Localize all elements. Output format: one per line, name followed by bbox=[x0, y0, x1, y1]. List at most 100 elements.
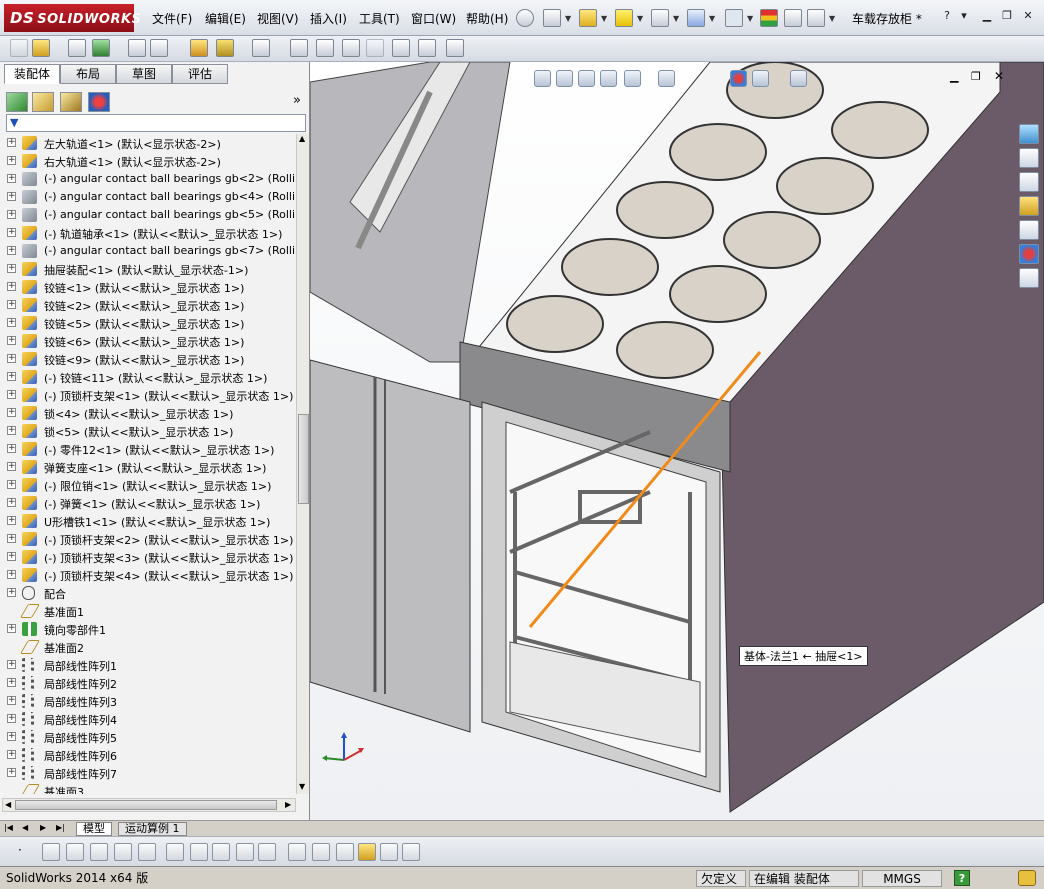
chevron-down-icon[interactable]: ▼ bbox=[747, 14, 753, 23]
clearance-icon[interactable] bbox=[446, 39, 464, 57]
tree-item[interactable]: + 镜向零部件1 bbox=[0, 620, 296, 638]
expand-icon[interactable]: + bbox=[7, 138, 16, 147]
smart-fasteners-icon[interactable] bbox=[128, 39, 146, 57]
fillet-icon[interactable] bbox=[166, 843, 184, 861]
expand-icon[interactable]: + bbox=[7, 408, 16, 417]
zoom-to-fit-icon[interactable] bbox=[534, 70, 551, 87]
close-icon[interactable]: ✕ bbox=[1020, 9, 1036, 23]
cabinet-3d-model[interactable] bbox=[310, 62, 1044, 820]
tree-item[interactable]: + 局部线性阵列7 bbox=[0, 764, 296, 782]
point-icon[interactable]: · bbox=[18, 843, 36, 861]
section-view-icon[interactable] bbox=[600, 70, 617, 87]
offset-icon[interactable] bbox=[190, 843, 208, 861]
expand-icon[interactable]: + bbox=[7, 588, 16, 597]
extend-icon[interactable] bbox=[138, 843, 156, 861]
expand-icon[interactable]: + bbox=[7, 714, 16, 723]
expand-icon[interactable]: + bbox=[7, 174, 16, 183]
tree-item[interactable]: + (-) angular contact ball bearings gb<7>… bbox=[0, 242, 296, 260]
tree-item[interactable]: + 锁<4> (默认<<默认>_显示状态 1>) bbox=[0, 404, 296, 422]
tree-item[interactable]: + 锁<5> (默认<<默认>_显示状态 1>) bbox=[0, 422, 296, 440]
menu-window[interactable]: 窗口(W) bbox=[411, 10, 456, 27]
explode-line-icon[interactable] bbox=[366, 39, 384, 57]
expand-icon[interactable]: + bbox=[7, 156, 16, 165]
linear-pattern-icon[interactable] bbox=[92, 39, 110, 57]
circle-icon[interactable] bbox=[42, 843, 60, 861]
tree-item[interactable]: + 铰链<5> (默认<<默认>_显示状态 1>) bbox=[0, 314, 296, 332]
tree-item[interactable]: + 铰链<6> (默认<<默认>_显示状态 1>) bbox=[0, 332, 296, 350]
chevron-down-icon[interactable]: ▼ bbox=[601, 14, 607, 23]
expand-icon[interactable]: + bbox=[7, 444, 16, 453]
zoom-to-area-icon[interactable] bbox=[556, 70, 573, 87]
viewport-close-icon[interactable]: ✕ bbox=[994, 69, 1004, 83]
trim-icon[interactable] bbox=[114, 843, 132, 861]
select-cursor-icon[interactable] bbox=[725, 9, 743, 27]
tab-scroll-next-icon[interactable]: ▶ bbox=[40, 823, 46, 832]
expand-icon[interactable]: + bbox=[7, 390, 16, 399]
interference-icon[interactable] bbox=[418, 39, 436, 57]
appearance-manager-icon[interactable] bbox=[88, 92, 110, 112]
chevron-down-icon[interactable]: ▾ bbox=[956, 9, 972, 23]
insert-component-icon[interactable] bbox=[10, 39, 28, 57]
tree-item[interactable]: + 右大轨道<1> (默认<显示状态-2>) bbox=[0, 152, 296, 170]
tree-item[interactable]: + 局部线性阵列1 bbox=[0, 656, 296, 674]
smart-dimension-icon[interactable] bbox=[288, 843, 306, 861]
relation-icon[interactable] bbox=[336, 843, 354, 861]
menu-file[interactable]: 文件(F) bbox=[152, 10, 192, 27]
solidworks-logo[interactable]: DS SOLIDWORKS bbox=[4, 4, 141, 32]
custom-properties-icon[interactable] bbox=[1019, 268, 1039, 288]
tree-item[interactable]: + 局部线性阵列4 bbox=[0, 710, 296, 728]
hide-show-icon[interactable] bbox=[190, 39, 208, 57]
chevron-down-icon[interactable]: ▼ bbox=[673, 14, 679, 23]
expand-icon[interactable]: + bbox=[7, 318, 16, 327]
tree-horizontal-scrollbar[interactable]: ◀ ▶ bbox=[2, 798, 296, 812]
expand-icon[interactable]: + bbox=[7, 462, 16, 471]
tab-scroll-prev-icon[interactable]: ◀ bbox=[22, 823, 28, 832]
view-orientation-icon[interactable] bbox=[624, 70, 641, 87]
tree-item[interactable]: + U形槽铁1<1> (默认<<默认>_显示状态 1>) bbox=[0, 512, 296, 530]
tag-icon[interactable] bbox=[1018, 870, 1036, 886]
horizontal-scroll-thumb[interactable] bbox=[15, 800, 277, 810]
tree-item[interactable]: + 抽屉装配<1> (默认<默认_显示状态-1>) bbox=[0, 260, 296, 278]
home-icon[interactable] bbox=[1019, 148, 1039, 168]
view-settings-icon[interactable] bbox=[790, 70, 807, 87]
filter-input[interactable]: ▼ bbox=[6, 114, 306, 132]
scroll-down-icon[interactable]: ▼ bbox=[299, 782, 305, 791]
tree-item[interactable]: + 铰链<9> (默认<<默认>_显示状态 1>) bbox=[0, 350, 296, 368]
feature-manager-icon[interactable] bbox=[6, 92, 28, 112]
line-icon[interactable] bbox=[66, 843, 84, 861]
tree-item[interactable]: 基准面1 bbox=[0, 602, 296, 620]
expand-icon[interactable]: + bbox=[7, 750, 16, 759]
instant3d-icon[interactable] bbox=[392, 39, 410, 57]
options-icon[interactable] bbox=[807, 9, 825, 27]
tree-item[interactable]: + (-) angular contact ball bearings gb<5>… bbox=[0, 206, 296, 224]
open-folder-icon[interactable] bbox=[579, 9, 597, 27]
undo-icon[interactable] bbox=[687, 9, 705, 27]
configuration-manager-icon[interactable] bbox=[60, 92, 82, 112]
tree-item[interactable]: + (-) angular contact ball bearings gb<2>… bbox=[0, 170, 296, 188]
centerpoint-icon[interactable] bbox=[90, 843, 108, 861]
mate-icon[interactable] bbox=[32, 39, 50, 57]
apply-scene-icon[interactable] bbox=[752, 70, 769, 87]
tree-item[interactable]: + (-) 轨道轴承<1> (默认<<默认>_显示状态 1>) bbox=[0, 224, 296, 242]
help-icon[interactable]: ? bbox=[954, 870, 970, 886]
expand-icon[interactable]: + bbox=[7, 372, 16, 381]
table-icon[interactable] bbox=[402, 843, 420, 861]
tree-item[interactable]: + 局部线性阵列6 bbox=[0, 746, 296, 764]
expand-icon[interactable]: + bbox=[7, 768, 16, 777]
filter-icon[interactable]: ▼ bbox=[10, 116, 18, 129]
chevron-down-icon[interactable]: ▼ bbox=[829, 14, 835, 23]
tree-item[interactable]: + (-) 限位销<1> (默认<<默认>_显示状态 1>) bbox=[0, 476, 296, 494]
expand-icon[interactable]: + bbox=[7, 678, 16, 687]
tab-assembly[interactable]: 装配体 bbox=[4, 64, 60, 84]
expand-icon[interactable]: + bbox=[7, 570, 16, 579]
expand-icon[interactable]: + bbox=[7, 336, 16, 345]
vertical-scroll-thumb[interactable] bbox=[298, 414, 309, 504]
sketch-block-icon[interactable] bbox=[358, 843, 376, 861]
tree-item[interactable]: + (-) 顶锁杆支架<4> (默认<<默认>_显示状态 1>) bbox=[0, 566, 296, 584]
tree-item[interactable]: + 局部线性阵列5 bbox=[0, 728, 296, 746]
tree-item[interactable]: + (-) angular contact ball bearings gb<4>… bbox=[0, 188, 296, 206]
new-motion-study-icon[interactable] bbox=[290, 39, 308, 57]
mirror-entities-icon[interactable] bbox=[212, 843, 230, 861]
tree-item[interactable]: + 铰链<1> (默认<<默认>_显示状态 1>) bbox=[0, 278, 296, 296]
print-icon[interactable] bbox=[651, 9, 669, 27]
